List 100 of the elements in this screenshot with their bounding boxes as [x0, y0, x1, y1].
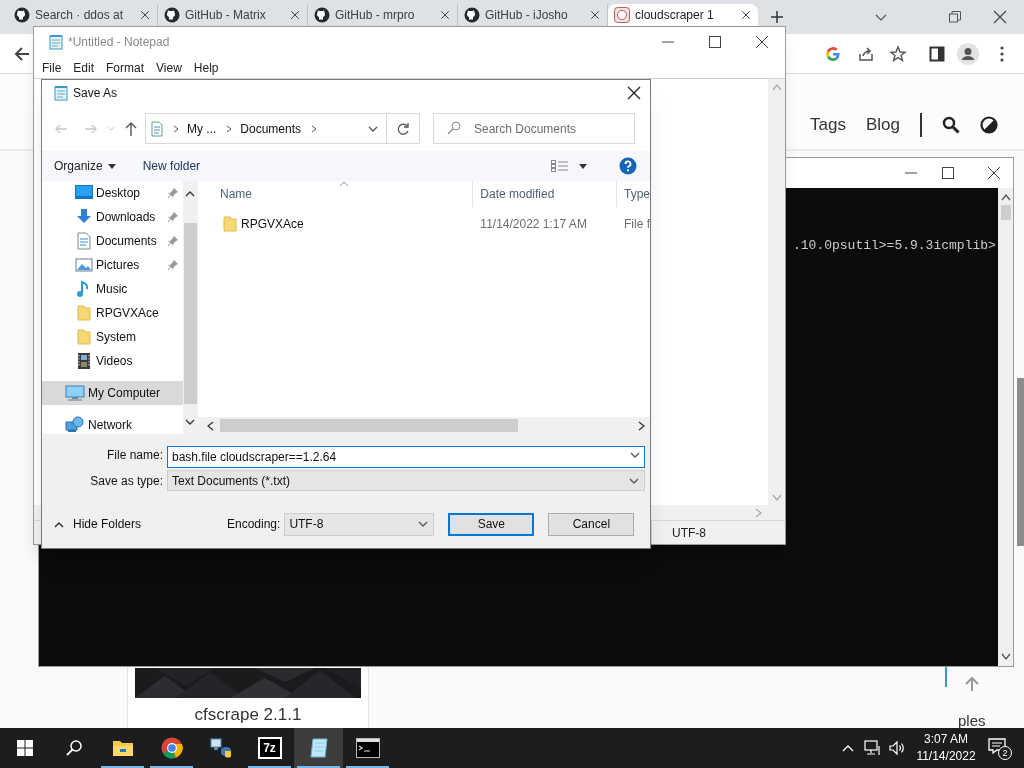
search-icon[interactable] — [941, 116, 960, 134]
column-header[interactable]: Date modified — [473, 181, 617, 207]
chevron-right-icon[interactable] — [226, 124, 233, 133]
nav-item[interactable]: Desktop — [42, 181, 183, 205]
close-icon[interactable] — [589, 9, 601, 21]
pin-icon[interactable] — [167, 259, 179, 271]
nav-item[interactable]: Documents — [42, 229, 183, 253]
menu-item[interactable]: Edit — [67, 58, 101, 77]
up-arrow-icon[interactable] — [124, 120, 138, 137]
nav-link[interactable]: Tags — [810, 112, 846, 138]
side-panel-icon[interactable] — [929, 46, 945, 62]
package-card[interactable]: cfscrape 2.1.1 — [127, 667, 369, 728]
date-cell-text: 11/14/2022 1:17 AM — [479, 216, 588, 233]
contrast-icon[interactable] — [979, 116, 998, 134]
menu-item[interactable]: View — [150, 58, 188, 77]
nav-scrollbar[interactable] — [183, 181, 198, 434]
notification-button[interactable]: 2 — [988, 736, 1012, 760]
clock[interactable]: 3:07 AM 11/14/2022 — [914, 731, 978, 765]
save-button[interactable]: Save — [448, 512, 535, 536]
favicon-icon — [614, 7, 630, 23]
nav-item[interactable]: Music — [42, 277, 183, 301]
profile-icon[interactable] — [957, 43, 979, 65]
column-header[interactable]: Type — [617, 181, 650, 207]
pin-icon[interactable] — [167, 235, 179, 247]
scrollbar-thumb[interactable] — [220, 419, 518, 432]
taskbar-app[interactable] — [294, 728, 343, 768]
encoding-dropdown[interactable]: UTF-8 — [284, 512, 435, 536]
google-icon[interactable] — [825, 46, 841, 62]
folder-icon — [75, 328, 93, 346]
close-icon[interactable] — [988, 167, 1000, 179]
scrollbar-thumb[interactable] — [184, 223, 197, 404]
menu-item[interactable]: File — [36, 58, 68, 77]
nav-item[interactable]: Network — [42, 413, 183, 434]
pin-icon[interactable] — [167, 211, 179, 223]
column-header[interactable]: Name — [198, 181, 474, 207]
breadcrumb-item[interactable]: Documents — [240, 119, 302, 138]
close-icon[interactable] — [993, 10, 1007, 24]
console-scrollbar[interactable] — [998, 188, 1013, 666]
organize-button[interactable]: Organize — [54, 157, 116, 175]
scrollbar-thumb[interactable] — [1000, 205, 1011, 220]
nav-link[interactable]: Blog — [865, 112, 900, 138]
file-type-dropdown[interactable]: Text Documents (*.txt) — [167, 470, 645, 491]
scroll-left-icon[interactable] — [207, 420, 214, 431]
address-bar[interactable]: My ... Documents — [145, 113, 387, 144]
chevron-right-icon[interactable] — [311, 124, 318, 133]
back-arrow-icon[interactable] — [13, 45, 31, 63]
new-tab-icon[interactable] — [769, 9, 785, 25]
caret-icon[interactable] — [579, 163, 587, 169]
scroll-down-icon[interactable] — [1000, 653, 1011, 661]
scroll-down-icon[interactable] — [185, 419, 195, 426]
document-icon — [151, 120, 163, 137]
nav-item[interactable]: Downloads — [42, 205, 183, 229]
search-field[interactable]: Search Documents — [433, 113, 635, 144]
restore-icon[interactable] — [948, 10, 962, 24]
clock-time: 3:07 AM — [924, 731, 968, 748]
star-icon[interactable] — [889, 45, 907, 63]
pin-icon[interactable] — [167, 187, 179, 199]
folder-icon — [75, 304, 93, 322]
chevron-up-icon[interactable] — [842, 744, 854, 752]
windows-icon — [16, 740, 33, 756]
maximize-icon[interactable] — [709, 36, 721, 48]
settings-network-icon — [208, 737, 233, 759]
file-name-field[interactable]: bash.file cloudscraper==1.2.64 — [167, 446, 645, 468]
nav-item[interactable]: My Computer — [42, 381, 183, 405]
browser-tab[interactable]: cloudscraper 1 — [608, 4, 758, 26]
close-icon[interactable] — [627, 86, 641, 100]
scroll-right-icon[interactable] — [638, 420, 645, 431]
breadcrumb-item[interactable]: My ... — [187, 119, 217, 138]
nav-item[interactable]: System — [42, 325, 183, 349]
page-scrollbar-thumb[interactable] — [1017, 378, 1024, 546]
close-icon[interactable] — [740, 9, 752, 21]
hide-folders-button[interactable]: Hide Folders — [51, 515, 143, 533]
close-icon[interactable] — [439, 9, 451, 21]
maximize-icon[interactable] — [942, 167, 954, 179]
cancel-button[interactable]: Cancel — [548, 512, 635, 536]
nav-item[interactable]: Videos — [42, 349, 183, 373]
menu-icon[interactable] — [1000, 46, 1004, 62]
scroll-up-icon[interactable] — [185, 190, 195, 197]
nav-item[interactable]: Pictures — [42, 253, 183, 277]
clock-date: 11/14/2022 — [916, 748, 976, 765]
refresh-icon — [396, 121, 410, 136]
new-folder-button[interactable]: New folder — [142, 157, 201, 175]
share-icon[interactable] — [857, 45, 875, 63]
taskbar-app[interactable]: 7z — [245, 728, 294, 768]
file-row[interactable]: RPGVXAce 11/14/2022 1:17 AM File f — [198, 213, 650, 235]
volume-icon[interactable] — [888, 740, 906, 756]
menu-item[interactable]: Format — [100, 58, 151, 77]
chevron-right-icon[interactable] — [173, 124, 179, 133]
menu-item[interactable]: Help — [187, 58, 225, 77]
close-icon[interactable] — [756, 36, 768, 48]
help-icon[interactable] — [619, 157, 637, 175]
network-icon[interactable] — [864, 740, 882, 756]
notification-count: 2 — [998, 746, 1012, 760]
scroll-up-icon[interactable] — [1000, 193, 1011, 201]
nav-item[interactable]: RPGVXAce — [42, 301, 183, 325]
horizontal-scrollbar[interactable] — [198, 417, 650, 434]
close-icon[interactable] — [139, 9, 151, 21]
close-icon[interactable] — [289, 9, 301, 21]
view-options-icon[interactable] — [551, 160, 569, 172]
refresh-button[interactable] — [387, 113, 420, 144]
